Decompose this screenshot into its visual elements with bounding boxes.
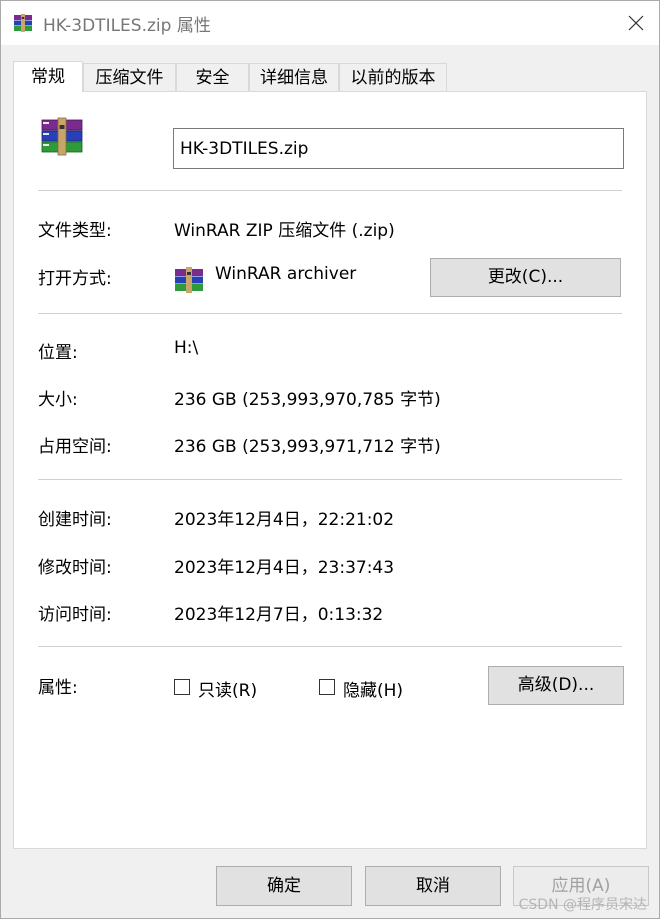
disk-size-value: 236 GB (253,993,971,712 字节): [174, 437, 441, 457]
tab-general[interactable]: 常规: [13, 61, 83, 92]
general-panel: 文件类型: WinRAR ZIP 压缩文件 (.zip) 打开方式: WinRA…: [13, 91, 647, 849]
winrar-archive-icon: [41, 117, 83, 156]
divider: [38, 646, 622, 647]
ok-button[interactable]: 确定: [216, 866, 352, 906]
hidden-label[interactable]: 隐藏(H): [343, 676, 403, 701]
created-value: 2023年12月4日，22:21:02: [174, 510, 395, 530]
modified-label: 修改时间:: [38, 558, 112, 578]
properties-dialog: HK-3DTILES.zip 属性 常规 压缩文件 安全 详细信息 以前的版本 …: [0, 0, 660, 919]
winrar-icon: [175, 267, 203, 293]
tab-previous-versions[interactable]: 以前的版本: [339, 63, 447, 91]
close-icon: [628, 15, 644, 31]
open-with-value: WinRAR archiver: [215, 264, 357, 284]
file-type-value: WinRAR ZIP 压缩文件 (.zip): [174, 221, 395, 241]
tab-details[interactable]: 详细信息: [249, 63, 339, 91]
close-button[interactable]: [613, 1, 659, 45]
file-name-input[interactable]: [173, 128, 624, 169]
apply-button[interactable]: 应用(A): [513, 866, 649, 906]
open-with-label: 打开方式:: [38, 269, 112, 289]
disk-size-label: 占用空间:: [38, 437, 112, 457]
readonly-label[interactable]: 只读(R): [198, 676, 257, 701]
location-value: H:\: [174, 338, 199, 358]
tab-bar: 常规 压缩文件 安全 详细信息 以前的版本: [13, 61, 653, 92]
created-label: 创建时间:: [38, 510, 112, 530]
hidden-checkbox[interactable]: [319, 679, 335, 695]
tab-archive[interactable]: 压缩文件: [83, 63, 176, 91]
divider: [38, 479, 622, 480]
size-label: 大小:: [38, 390, 78, 410]
advanced-button[interactable]: 高级(D)...: [488, 666, 624, 705]
accessed-label: 访问时间:: [38, 605, 112, 625]
tab-security[interactable]: 安全: [176, 63, 249, 91]
modified-value: 2023年12月4日，23:37:43: [174, 558, 395, 578]
divider: [38, 313, 622, 314]
divider: [38, 190, 622, 191]
winrar-books-icon: [14, 14, 32, 32]
cancel-button[interactable]: 取消: [365, 866, 501, 906]
window-title: HK-3DTILES.zip 属性: [43, 16, 211, 36]
size-value: 236 GB (253,993,970,785 字节): [174, 390, 441, 410]
change-button[interactable]: 更改(C)...: [430, 258, 621, 297]
title-bar: HK-3DTILES.zip 属性: [1, 1, 659, 45]
accessed-value: 2023年12月7日，0:13:32: [174, 605, 384, 625]
attributes-label: 属性:: [38, 678, 78, 698]
location-label: 位置:: [38, 343, 78, 363]
readonly-checkbox[interactable]: [174, 679, 190, 695]
file-type-label: 文件类型:: [38, 221, 112, 241]
